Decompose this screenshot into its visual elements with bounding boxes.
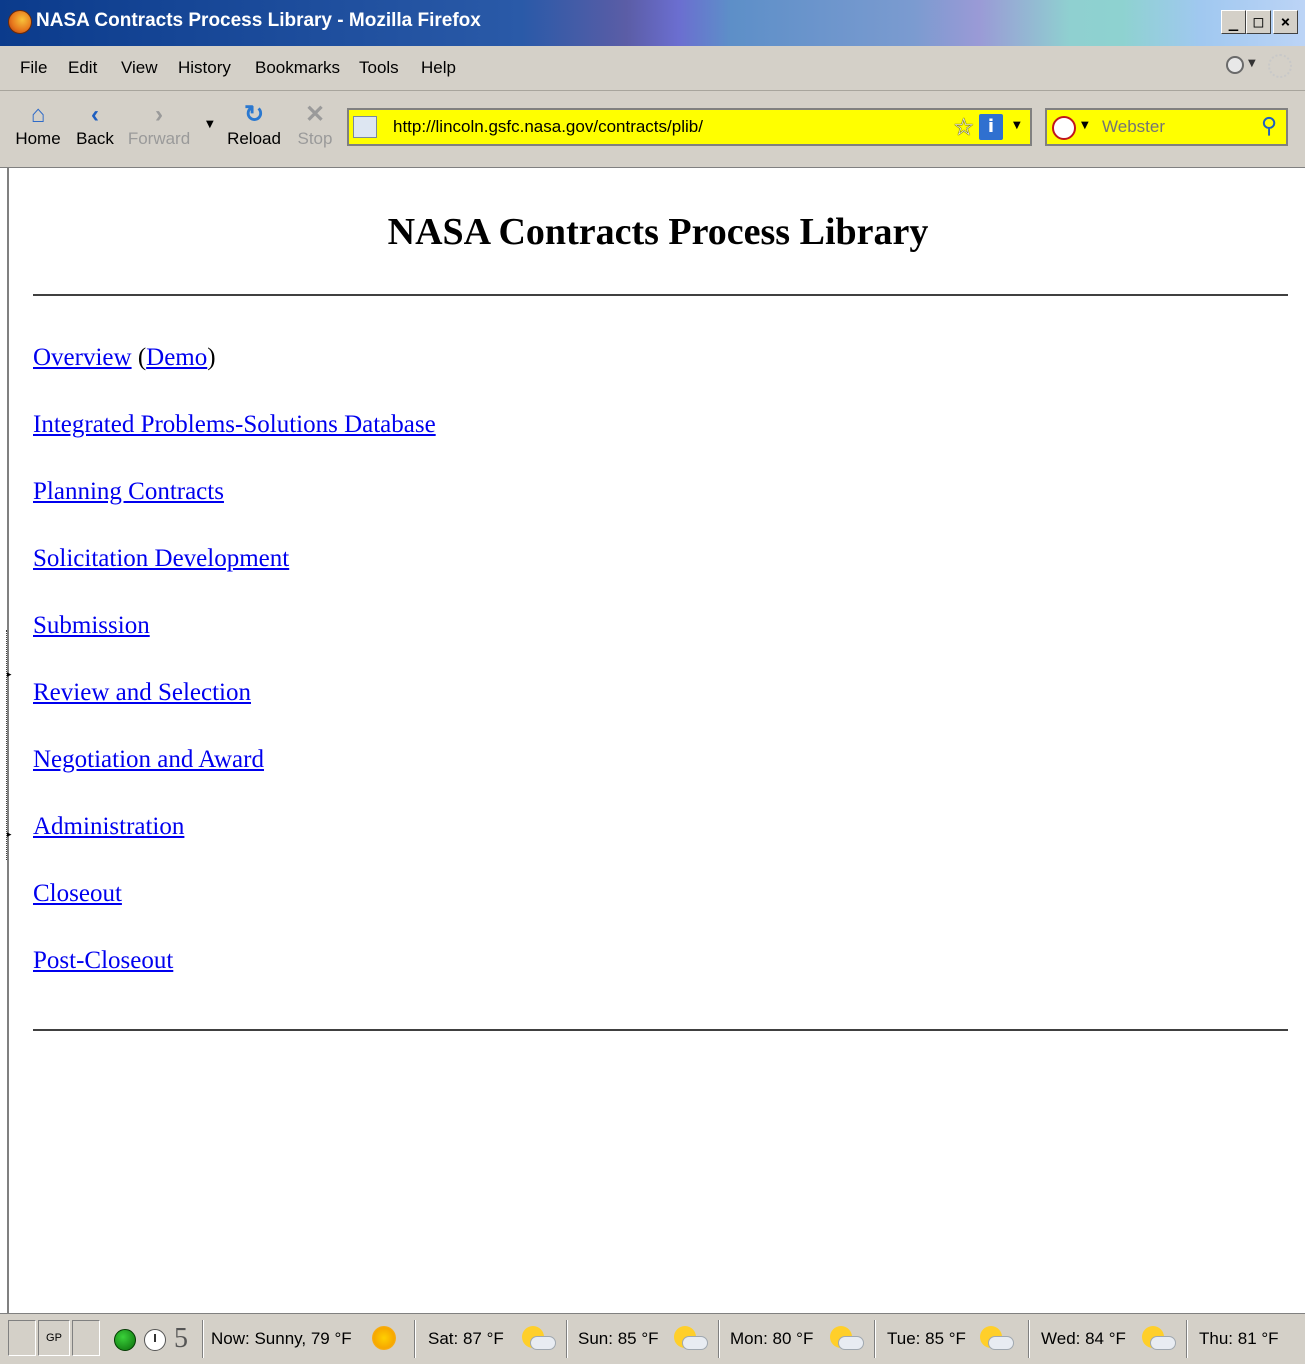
post-closeout-link[interactable]: Post-Closeout bbox=[33, 947, 173, 974]
firefox-icon bbox=[8, 10, 32, 34]
overview-link[interactable]: Overview bbox=[33, 344, 132, 371]
partly-cloudy-icon bbox=[674, 1326, 708, 1352]
solicitation-development-link[interactable]: Solicitation Development bbox=[33, 545, 289, 572]
weather-now[interactable]: Now: Sunny, 79 °F bbox=[211, 1329, 352, 1349]
weather-sat[interactable]: Sat: 87 °F bbox=[428, 1329, 504, 1349]
submission-link[interactable]: Submission bbox=[33, 612, 150, 639]
back-button[interactable]: ‹ Back bbox=[72, 101, 118, 149]
menu-bookmarks[interactable]: Bookmarks bbox=[255, 58, 340, 78]
partly-cloudy-icon bbox=[830, 1326, 864, 1352]
back-label: Back bbox=[76, 129, 114, 148]
grip-arrow-icon: ▸ bbox=[7, 830, 12, 840]
search-engine-icon[interactable] bbox=[1052, 116, 1076, 140]
menu-file[interactable]: File bbox=[20, 58, 47, 78]
stop-button[interactable]: ✕ Stop bbox=[292, 101, 338, 149]
throbber-icon bbox=[1268, 54, 1292, 78]
administration-link[interactable]: Administration bbox=[33, 813, 184, 840]
home-button[interactable]: ⌂ Home bbox=[14, 101, 62, 149]
home-label: Home bbox=[15, 129, 61, 148]
menu-help[interactable]: Help bbox=[421, 58, 456, 78]
partly-cloudy-icon bbox=[980, 1326, 1014, 1352]
review-selection-link[interactable]: Review and Selection bbox=[33, 679, 251, 706]
weather-sun[interactable]: Sun: 85 °F bbox=[578, 1329, 659, 1349]
status-separator bbox=[874, 1320, 876, 1358]
engine-dropdown-icon[interactable]: ▼ bbox=[1081, 120, 1089, 131]
reload-icon: ↻ bbox=[243, 101, 265, 128]
url-bar[interactable]: http://lincoln.gsfc.nasa.gov/contracts/p… bbox=[347, 108, 1032, 146]
stop-icon: ✕ bbox=[304, 101, 326, 128]
status-separator bbox=[1186, 1320, 1188, 1358]
clock-icon[interactable] bbox=[144, 1329, 166, 1351]
search-bar[interactable]: ▼ ⚲ bbox=[1045, 108, 1288, 146]
planning-contracts-link[interactable]: Planning Contracts bbox=[33, 478, 224, 505]
partly-cloudy-icon bbox=[1142, 1326, 1176, 1352]
overview-row: Overview (Demo) bbox=[33, 344, 216, 372]
info-icon[interactable]: i bbox=[979, 114, 1003, 140]
status-separator bbox=[202, 1320, 204, 1358]
divider-bottom bbox=[33, 1029, 1288, 1031]
page-title: NASA Contracts Process Library bbox=[387, 211, 929, 253]
reload-label: Reload bbox=[227, 129, 281, 148]
window-title: NASA Contracts Process Library - Mozilla… bbox=[36, 10, 481, 31]
status-panel bbox=[8, 1320, 36, 1356]
reload-button[interactable]: ↻ Reload bbox=[224, 101, 284, 149]
status-green-icon[interactable] bbox=[114, 1329, 136, 1351]
home-icon: ⌂ bbox=[30, 101, 46, 128]
sidebar-grip[interactable]: ▸ ▸ bbox=[0, 630, 12, 860]
partly-cloudy-icon bbox=[522, 1326, 556, 1352]
forward-arrow-icon: › bbox=[155, 101, 163, 128]
activity-icon[interactable] bbox=[1226, 56, 1244, 74]
menu-bar: File Edit View History Bookmarks Tools H… bbox=[0, 46, 1305, 91]
close-button[interactable]: × bbox=[1273, 10, 1298, 34]
status-separator bbox=[414, 1320, 416, 1358]
paren-close: ) bbox=[207, 344, 216, 371]
status-separator bbox=[718, 1320, 720, 1358]
history-dropdown-icon[interactable]: ▼ bbox=[206, 119, 214, 130]
window-titlebar: NASA Contracts Process Library - Mozilla… bbox=[0, 0, 1305, 46]
maximize-button[interactable]: □ bbox=[1246, 10, 1271, 34]
search-input[interactable] bbox=[1102, 117, 1252, 137]
status-count: 5 bbox=[174, 1323, 188, 1354]
menu-edit[interactable]: Edit bbox=[68, 58, 97, 78]
weather-mon[interactable]: Mon: 80 °F bbox=[730, 1329, 813, 1349]
divider-top bbox=[33, 294, 1288, 296]
closeout-link[interactable]: Closeout bbox=[33, 880, 122, 907]
status-bar: GP 5 Now: Sunny, 79 °F Sat: 87 °F Sun: 8… bbox=[0, 1313, 1305, 1364]
grip-arrow-icon: ▸ bbox=[7, 670, 12, 680]
weather-thu[interactable]: Thu: 81 °F bbox=[1199, 1329, 1279, 1349]
weather-tue[interactable]: Tue: 85 °F bbox=[887, 1329, 966, 1349]
sun-icon bbox=[372, 1326, 396, 1350]
chevron-down-icon[interactable]: ▼ bbox=[1248, 58, 1256, 69]
gp-button[interactable]: GP bbox=[38, 1320, 70, 1356]
navigation-toolbar: ⌂ Home ‹ Back › Forward ▼ ↻ Reload ✕ Sto… bbox=[0, 91, 1305, 168]
stop-label: Stop bbox=[297, 129, 333, 148]
magnifier-icon[interactable]: ⚲ bbox=[1261, 114, 1277, 139]
site-icon bbox=[353, 116, 377, 138]
negotiation-award-link[interactable]: Negotiation and Award bbox=[33, 746, 264, 773]
page-content: NASA Contracts Process Library Overview … bbox=[7, 168, 1305, 1313]
menu-history[interactable]: History bbox=[178, 58, 231, 78]
url-input[interactable]: http://lincoln.gsfc.nasa.gov/contracts/p… bbox=[393, 117, 703, 137]
star-icon[interactable]: ☆ bbox=[953, 113, 975, 141]
status-separator bbox=[1028, 1320, 1030, 1358]
url-dropdown-icon[interactable]: ▼ bbox=[1013, 120, 1021, 131]
paren-open: ( bbox=[137, 344, 147, 371]
integrated-database-link[interactable]: Integrated Problems-Solutions Database bbox=[33, 411, 436, 438]
demo-link[interactable]: Demo bbox=[146, 344, 207, 371]
forward-label: Forward bbox=[127, 129, 191, 148]
menu-view[interactable]: View bbox=[121, 58, 158, 78]
menu-tools[interactable]: Tools bbox=[359, 58, 399, 78]
status-separator bbox=[566, 1320, 568, 1358]
weather-wed[interactable]: Wed: 84 °F bbox=[1041, 1329, 1126, 1349]
forward-button[interactable]: › Forward bbox=[124, 101, 194, 149]
back-arrow-icon: ‹ bbox=[91, 101, 99, 128]
minimize-button[interactable]: _ bbox=[1221, 10, 1246, 34]
status-panel bbox=[72, 1320, 100, 1356]
